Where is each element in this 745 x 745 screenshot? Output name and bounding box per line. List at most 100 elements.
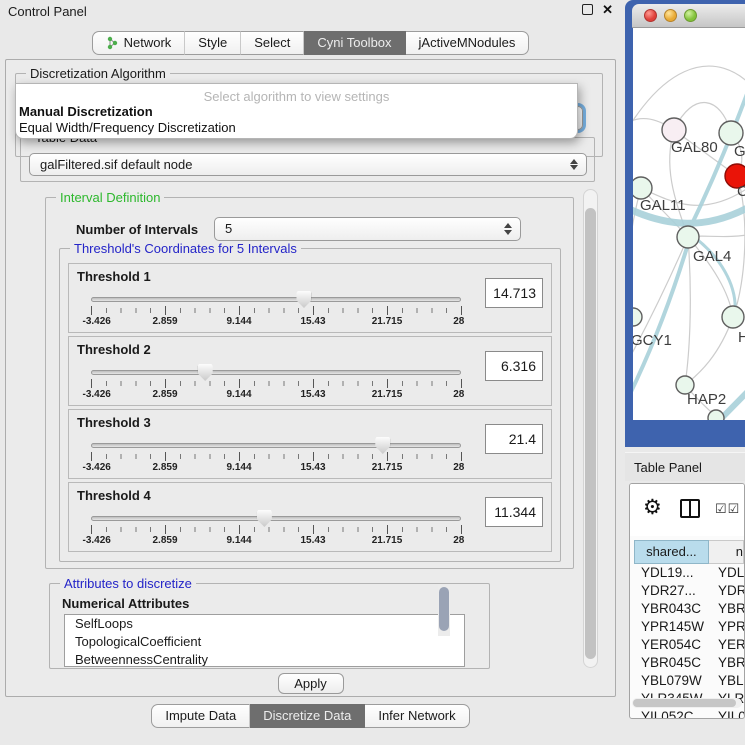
- gear-icon[interactable]: ⚙: [643, 495, 662, 520]
- minimize-traffic-light-icon[interactable]: [664, 9, 677, 22]
- node-right-mid: [722, 306, 744, 328]
- node-label-partial-h: H: [738, 329, 745, 346]
- threshold-3-slider[interactable]: -3.426 2.859 9.144 15.43 21.715 28: [91, 435, 461, 477]
- table-row[interactable]: YBR043CYBR0: [634, 600, 744, 618]
- tab-label: jActiveMNodules: [419, 32, 516, 54]
- tab-jactivemnodules[interactable]: jActiveMNodules: [406, 31, 530, 55]
- apply-button[interactable]: Apply: [278, 673, 344, 694]
- slider-scale-labels: -3.426 2.859 9.144 15.43 21.715 28: [91, 535, 461, 547]
- list-item[interactable]: TopologicalCoefficient: [65, 633, 464, 651]
- threshold-4-panel: Threshold 4 -3.426 2.859 9.144: [68, 482, 552, 552]
- group-title: Discretization Algorithm: [26, 66, 170, 81]
- table-panel-title: Table Panel: [634, 460, 702, 475]
- tab-impute-data[interactable]: Impute Data: [151, 704, 250, 728]
- columns-icon[interactable]: [680, 499, 700, 518]
- table-row[interactable]: YDR27...YDR2: [634, 582, 744, 600]
- table-panel-titlebar: Table Panel: [625, 452, 745, 481]
- node-bottom-partial: [708, 410, 724, 420]
- float-window-icon[interactable]: [582, 4, 593, 15]
- node-label-partial-c: C: [737, 183, 745, 200]
- column-header-name[interactable]: n: [709, 540, 744, 564]
- threshold-4-value-field[interactable]: 11.344: [485, 497, 543, 527]
- scrollbar-thumb[interactable]: [439, 587, 449, 631]
- node-label-gal4: GAL4: [693, 248, 731, 265]
- table-horizontal-scrollbar[interactable]: [632, 698, 742, 708]
- table-row[interactable]: YER054CYER0: [634, 636, 744, 654]
- slider-track[interactable]: [91, 443, 461, 448]
- slider-ticks: [91, 308, 461, 313]
- tab-label: Infer Network: [378, 705, 455, 727]
- threshold-1-slider[interactable]: -3.426 2.859 9.144 15.43 21.715 28: [91, 289, 461, 331]
- slider-track[interactable]: [91, 370, 461, 375]
- settings-scroll-area: Interval Definition Number of Intervals …: [12, 186, 601, 671]
- scrollbar-thumb[interactable]: [633, 699, 736, 707]
- tab-style[interactable]: Style: [185, 31, 241, 55]
- tab-label: Network: [124, 32, 172, 54]
- tab-select[interactable]: Select: [241, 31, 304, 55]
- attributes-list-scrollbar[interactable]: [438, 585, 450, 636]
- threshold-4-slider[interactable]: -3.426 2.859 9.144 15.43 21.715 28: [91, 508, 461, 550]
- slider-thumb[interactable]: [198, 364, 213, 381]
- threshold-3-value-field[interactable]: 21.4: [485, 424, 543, 454]
- threshold-2-slider[interactable]: -3.426 2.859 9.144 15.43 21.715 28: [91, 362, 461, 404]
- network-canvas[interactable]: GAL80 G C GAL11 GAL4 GCY1 H HAP2: [633, 28, 745, 420]
- tab-discretize-data[interactable]: Discretize Data: [250, 704, 365, 728]
- combo-stepper-icon: [569, 154, 579, 175]
- numerical-attributes-list[interactable]: SelfLoops TopologicalCoefficient Between…: [64, 614, 465, 667]
- slider-thumb[interactable]: [257, 510, 272, 527]
- tab-infer-network[interactable]: Infer Network: [365, 704, 469, 728]
- zoom-traffic-light-icon[interactable]: [684, 9, 697, 22]
- tab-label: Style: [198, 32, 227, 54]
- table-row[interactable]: YBR045CYBR0: [634, 654, 744, 672]
- control-panel-window: Control Panel ✕ Network Style Select Cyn…: [0, 0, 621, 745]
- table-row[interactable]: YIL052CYIL0: [634, 708, 744, 719]
- node-label-partial-g: G: [734, 143, 745, 160]
- network-icon: [106, 36, 119, 50]
- slider-thumb[interactable]: [296, 291, 311, 308]
- network-window-titlebar: [632, 4, 745, 28]
- table-row[interactable]: YPR145WYPR1: [634, 618, 744, 636]
- threshold-3-panel: Threshold 3 -3.426 2.859 9.144: [68, 409, 552, 479]
- tab-network[interactable]: Network: [92, 31, 186, 55]
- dropdown-placeholder: Select algorithm to view settings: [16, 84, 577, 104]
- slider-track[interactable]: [91, 297, 461, 302]
- number-of-intervals-value: 5: [225, 221, 232, 236]
- node-label-gal80: GAL80: [671, 139, 718, 156]
- list-item[interactable]: BetweennessCentrality: [65, 651, 464, 667]
- algorithm-dropdown-popup: Select algorithm to view settings Manual…: [15, 83, 578, 139]
- threshold-1-value-field[interactable]: 14.713: [485, 278, 543, 308]
- table-rows: YDL19...YDL1 YDR27...YDR2 YBR043CYBR0 YP…: [634, 564, 744, 719]
- numerical-attributes-label: Numerical Attributes: [62, 596, 189, 611]
- top-tab-bar: Network Style Select Cyni Toolbox jActiv…: [0, 31, 621, 55]
- group-title: Interval Definition: [56, 190, 164, 205]
- close-traffic-light-icon[interactable]: [644, 9, 657, 22]
- dropdown-option-equal-width[interactable]: Equal Width/Frequency Discretization: [16, 120, 577, 136]
- slider-track[interactable]: [91, 516, 461, 521]
- list-item[interactable]: SelfLoops: [65, 615, 464, 633]
- settings-vertical-scrollbar[interactable]: [583, 189, 598, 668]
- tab-cyni-toolbox[interactable]: Cyni Toolbox: [304, 31, 405, 55]
- close-icon[interactable]: ✕: [602, 2, 613, 18]
- threshold-label: Threshold 3: [77, 415, 151, 430]
- threshold-2-value-field[interactable]: 6.316: [485, 351, 543, 381]
- scrollbar-thumb[interactable]: [585, 208, 596, 659]
- node-label-gal11: GAL11: [640, 197, 686, 214]
- table-row[interactable]: YBL079WYBL0: [634, 672, 744, 690]
- node-gal11: [633, 177, 652, 199]
- number-of-intervals-combobox[interactable]: 5: [214, 217, 521, 241]
- slider-scale-labels: -3.426 2.859 9.144 15.43 21.715 28: [91, 389, 461, 401]
- slider-scale-labels: -3.426 2.859 9.144 15.43 21.715 28: [91, 462, 461, 474]
- threshold-label: Threshold 1: [77, 269, 151, 284]
- table-row[interactable]: YDL19...YDL1: [634, 564, 744, 582]
- threshold-2-panel: Threshold 2 -3.426 2.859 9.144: [68, 336, 552, 406]
- network-graph: GAL80 G C GAL11 GAL4 GCY1 H HAP2: [633, 28, 745, 420]
- table-data-value: galFiltered.sif default node: [40, 157, 192, 172]
- node-gal4: [677, 226, 699, 248]
- dropdown-option-manual[interactable]: Manual Discretization: [16, 104, 577, 120]
- table-data-combobox[interactable]: galFiltered.sif default node: [29, 153, 587, 176]
- slider-thumb[interactable]: [375, 437, 390, 454]
- column-header-shared-name[interactable]: shared...: [634, 540, 709, 564]
- tab-label: Select: [254, 32, 290, 54]
- select-columns-checkboxes-icon[interactable]: ☑☑: [715, 501, 740, 517]
- tab-label: Cyni Toolbox: [317, 32, 391, 54]
